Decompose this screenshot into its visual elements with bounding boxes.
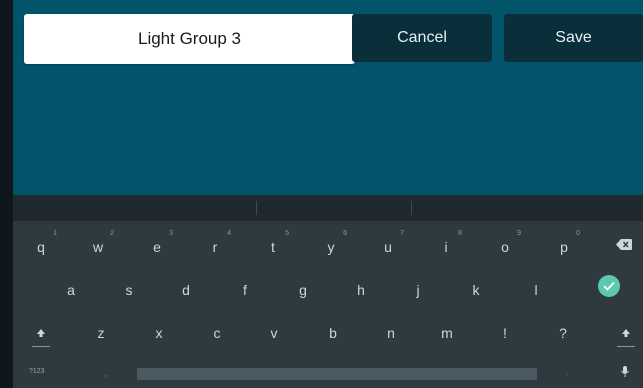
key-label: o bbox=[501, 239, 509, 255]
key-hint: 6 bbox=[343, 230, 347, 237]
key-hint: 5 bbox=[285, 230, 289, 237]
key-j[interactable]: j bbox=[398, 275, 438, 305]
key-label: e bbox=[153, 239, 161, 255]
key-r[interactable]: r4 bbox=[195, 230, 235, 262]
save-button[interactable]: Save bbox=[504, 14, 643, 62]
key-label: y bbox=[327, 239, 335, 255]
shift-icon bbox=[622, 329, 630, 337]
key-f[interactable]: f bbox=[225, 275, 265, 305]
key-p[interactable]: p0 bbox=[544, 230, 584, 262]
key-hint: 8 bbox=[458, 230, 462, 237]
key-label: v bbox=[270, 325, 278, 341]
mic-icon bbox=[621, 365, 629, 377]
shift-indicator bbox=[617, 346, 635, 347]
suggestion-divider bbox=[411, 201, 412, 215]
key-x[interactable]: x bbox=[139, 318, 179, 348]
key-hint: 4 bbox=[227, 230, 231, 237]
key-label: c bbox=[213, 325, 221, 341]
key-m[interactable]: m bbox=[427, 318, 467, 348]
app-frame: Cancel Save q1w2e3r4t5y6u7i8o9p0 asdfghj… bbox=[13, 0, 643, 388]
key-label: w bbox=[92, 239, 104, 255]
key-s[interactable]: s bbox=[109, 275, 149, 305]
key-question[interactable]: ? bbox=[543, 318, 583, 348]
key-a[interactable]: a bbox=[51, 275, 91, 305]
key-b[interactable]: b bbox=[313, 318, 353, 348]
comma-key[interactable]: , bbox=[105, 371, 107, 378]
period-key[interactable]: . bbox=[566, 370, 568, 377]
key-z[interactable]: z bbox=[81, 318, 121, 348]
key-label: a bbox=[67, 282, 75, 298]
backspace-key[interactable] bbox=[609, 229, 639, 259]
shift-indicator bbox=[32, 346, 50, 347]
key-exclamation[interactable]: ! bbox=[485, 318, 525, 348]
key-o[interactable]: o9 bbox=[485, 230, 525, 262]
key-t[interactable]: t5 bbox=[253, 230, 293, 262]
key-hint: 3 bbox=[169, 230, 173, 237]
key-v[interactable]: v bbox=[254, 318, 294, 348]
key-label: l bbox=[534, 282, 538, 298]
key-label: p bbox=[560, 239, 568, 255]
shift-key-right[interactable] bbox=[611, 318, 641, 348]
key-label: ! bbox=[503, 325, 507, 341]
key-label: j bbox=[416, 282, 420, 298]
key-g[interactable]: g bbox=[283, 275, 323, 305]
key-w[interactable]: w2 bbox=[78, 230, 118, 262]
key-n[interactable]: n bbox=[371, 318, 411, 348]
key-hint: 0 bbox=[576, 230, 580, 237]
key-label: x bbox=[155, 325, 163, 341]
key-label: q bbox=[37, 239, 45, 255]
key-q[interactable]: q1 bbox=[21, 230, 61, 262]
group-name-input[interactable] bbox=[24, 14, 355, 64]
symbols-key[interactable]: ?123 bbox=[29, 368, 45, 375]
shift-key-left[interactable] bbox=[26, 318, 56, 348]
cancel-button[interactable]: Cancel bbox=[352, 14, 492, 62]
suggestion-strip bbox=[13, 195, 643, 221]
key-i[interactable]: i8 bbox=[426, 230, 466, 262]
suggestion-divider bbox=[256, 201, 257, 215]
key-label: f bbox=[243, 282, 247, 298]
key-y[interactable]: y6 bbox=[311, 230, 351, 262]
enter-key[interactable] bbox=[598, 275, 620, 297]
key-c[interactable]: c bbox=[197, 318, 237, 348]
key-label: k bbox=[472, 282, 480, 298]
key-label: s bbox=[125, 282, 133, 298]
mic-key[interactable] bbox=[611, 359, 639, 383]
key-label: d bbox=[182, 282, 190, 298]
key-hint: 1 bbox=[53, 230, 57, 237]
shift-icon bbox=[37, 329, 45, 337]
on-screen-keyboard: q1w2e3r4t5y6u7i8o9p0 asdfghjkl z x c v b n m!? bbox=[13, 195, 643, 388]
key-e[interactable]: e3 bbox=[137, 230, 177, 262]
key-label: n bbox=[387, 325, 395, 341]
space-key[interactable] bbox=[137, 368, 537, 380]
key-label: r bbox=[212, 239, 218, 255]
key-label: u bbox=[384, 239, 392, 255]
key-label: z bbox=[97, 325, 105, 341]
key-l[interactable]: l bbox=[516, 275, 556, 305]
key-label: ? bbox=[559, 325, 567, 341]
key-label: b bbox=[329, 325, 337, 341]
key-hint: 7 bbox=[400, 230, 404, 237]
checkmark-icon bbox=[603, 281, 615, 291]
edit-header: Cancel Save bbox=[13, 0, 643, 195]
key-label: g bbox=[299, 282, 307, 298]
key-label: m bbox=[441, 325, 453, 341]
key-u[interactable]: u7 bbox=[368, 230, 408, 262]
backspace-icon bbox=[616, 238, 632, 250]
key-label: i bbox=[444, 239, 448, 255]
key-h[interactable]: h bbox=[341, 275, 381, 305]
key-label: h bbox=[357, 282, 365, 298]
key-d[interactable]: d bbox=[166, 275, 206, 305]
key-label: t bbox=[271, 239, 275, 255]
key-hint: 2 bbox=[110, 230, 114, 237]
key-k[interactable]: k bbox=[456, 275, 496, 305]
key-hint: 9 bbox=[517, 230, 521, 237]
